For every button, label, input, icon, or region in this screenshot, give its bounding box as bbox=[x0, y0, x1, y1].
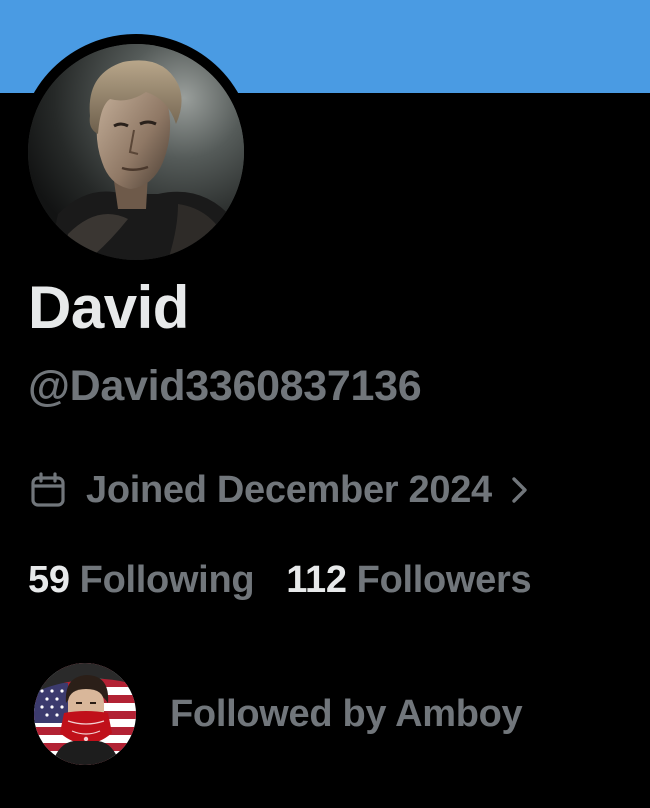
followed-by-row[interactable]: Followed by Amboy bbox=[34, 663, 523, 765]
followed-by-text: Followed by Amboy bbox=[170, 692, 523, 735]
profile-avatar[interactable] bbox=[28, 44, 244, 260]
follower-avatar[interactable] bbox=[34, 663, 136, 765]
followers-count: 112 bbox=[286, 558, 347, 601]
following-stat[interactable]: 59 Following bbox=[28, 558, 255, 602]
following-count: 59 bbox=[28, 558, 70, 601]
joined-date-text: Joined December 2024 bbox=[86, 469, 492, 511]
followers-stat[interactable]: 112 Followers bbox=[286, 559, 531, 602]
display-name: David bbox=[28, 274, 189, 341]
joined-date-row[interactable]: Joined December 2024 bbox=[28, 462, 532, 518]
chevron-right-icon bbox=[510, 473, 532, 507]
followers-label: Followers bbox=[356, 558, 532, 601]
following-label: Following bbox=[79, 558, 255, 601]
user-handle: @David3360837136 bbox=[28, 362, 422, 410]
follow-stats: 59 Following 112 Followers bbox=[28, 552, 532, 608]
calendar-icon bbox=[28, 468, 72, 512]
